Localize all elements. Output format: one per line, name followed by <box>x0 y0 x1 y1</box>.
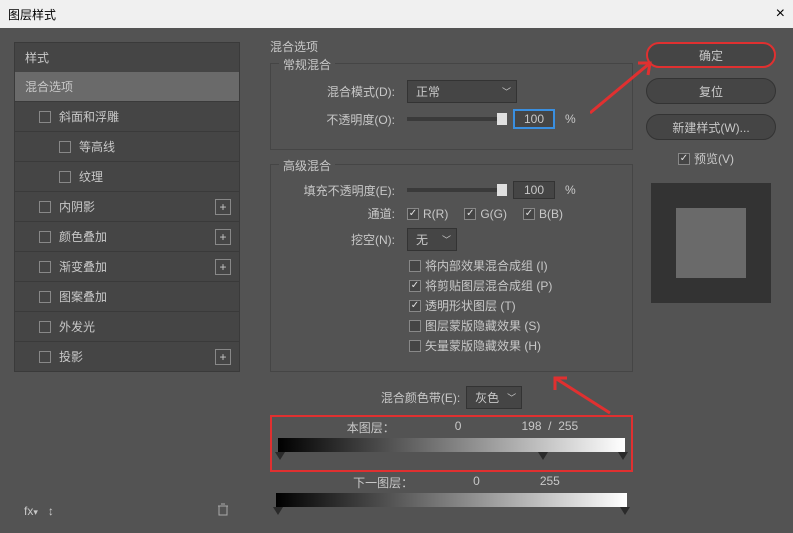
fill-opacity-input[interactable]: 100 <box>513 181 555 199</box>
plus-icon[interactable]: + <box>215 259 231 275</box>
opacity-input[interactable]: 100 <box>513 109 555 129</box>
checkbox-icon[interactable] <box>39 231 51 243</box>
channels-label: 通道: <box>285 205 395 222</box>
sidebar-item-outer-glow[interactable]: 外发光 <box>14 312 240 342</box>
checkbox-icon[interactable] <box>59 141 71 153</box>
checkbox-icon[interactable] <box>59 171 71 183</box>
opt-transparency-shapes[interactable]: 透明形状图层 (T) <box>409 297 516 314</box>
blend-if-select[interactable]: 灰色﹀ <box>466 386 522 409</box>
opt-vector-mask-hides[interactable]: 矢量蒙版隐藏效果 (H) <box>409 337 541 354</box>
fx-menu[interactable]: fx▾ <box>24 504 38 518</box>
knockout-label: 挖空(N): <box>285 231 395 248</box>
knockout-select[interactable]: 无﹀ <box>407 228 457 251</box>
preview-checkbox[interactable]: 预览(V) <box>678 150 734 167</box>
general-blending-group: 常规混合 混合模式(D): 正常﹀ 不透明度(O): 100 % <box>270 63 633 150</box>
arrows-icon[interactable]: ↕ <box>48 504 54 518</box>
advanced-blending-group: 高级混合 填充不透明度(E): 100 % 通道: R(R) G(G) B(B)… <box>270 164 633 372</box>
trash-icon[interactable] <box>216 502 230 519</box>
opt-interior-effects[interactable]: 将内部效果混合成组 (I) <box>409 257 548 274</box>
channel-g-checkbox[interactable]: G(G) <box>464 207 507 221</box>
sidebar-item-pattern-overlay[interactable]: 图案叠加 <box>14 282 240 312</box>
sidebar: 样式 混合选项 斜面和浮雕 等高线 纹理 内阴影 + <box>0 28 240 533</box>
chevron-down-icon: ﹀ <box>507 391 516 404</box>
main-panel: 混合选项 常规混合 混合模式(D): 正常﹀ 不透明度(O): 100 % 高级 <box>240 28 643 533</box>
chevron-down-icon: ﹀ <box>502 85 511 98</box>
opacity-slider[interactable] <box>407 117 507 121</box>
titlebar: 图层样式 × <box>0 0 793 28</box>
channel-r-checkbox[interactable]: R(R) <box>407 207 448 221</box>
blend-mode-label: 混合模式(D): <box>285 83 395 100</box>
checkbox-icon[interactable] <box>39 351 51 363</box>
plus-icon[interactable]: + <box>215 199 231 215</box>
sidebar-item-texture[interactable]: 纹理 <box>14 162 240 192</box>
sidebar-item-drop-shadow[interactable]: 投影 + <box>14 342 240 372</box>
opt-layer-mask-hides[interactable]: 图层蒙版隐藏效果 (S) <box>409 317 540 334</box>
close-icon[interactable]: × <box>776 5 785 23</box>
annotation-highlight-this-layer: 本图层： 0 198 / 255 <box>270 415 633 472</box>
slider-handle-icon[interactable] <box>275 452 285 460</box>
slider-handle-icon[interactable] <box>618 452 628 460</box>
checkbox-icon[interactable] <box>39 291 51 303</box>
sidebar-item-blending-options[interactable]: 混合选项 <box>14 72 240 102</box>
right-column: 确定 复位 新建样式(W)... 预览(V) <box>643 28 793 533</box>
checkbox-icon[interactable] <box>39 111 51 123</box>
sidebar-item-bevel[interactable]: 斜面和浮雕 <box>14 102 240 132</box>
panel-title: 混合选项 <box>270 38 633 55</box>
chevron-down-icon: ﹀ <box>442 233 451 246</box>
channel-b-checkbox[interactable]: B(B) <box>523 207 563 221</box>
checkbox-icon[interactable] <box>39 261 51 273</box>
plus-icon[interactable]: + <box>215 349 231 365</box>
checkbox-icon[interactable] <box>39 321 51 333</box>
opacity-label: 不透明度(O): <box>285 111 395 128</box>
blend-if-group: 混合颜色带(E): 灰色﹀ 本图层： 0 198 / 255 <box>270 386 633 525</box>
slider-handle-icon[interactable] <box>538 452 548 460</box>
fill-opacity-label: 填充不透明度(E): <box>285 182 395 199</box>
reset-button[interactable]: 复位 <box>646 78 776 104</box>
slider-handle-icon[interactable] <box>273 507 283 515</box>
plus-icon[interactable]: + <box>215 229 231 245</box>
opt-clipped-layers[interactable]: 将剪贴图层混合成组 (P) <box>409 277 552 294</box>
sidebar-header: 样式 <box>14 42 240 72</box>
blend-mode-select[interactable]: 正常﹀ <box>407 80 517 103</box>
fill-opacity-slider[interactable] <box>407 188 507 192</box>
new-style-button[interactable]: 新建样式(W)... <box>646 114 776 140</box>
slider-handle-icon[interactable] <box>620 507 630 515</box>
window-title: 图层样式 <box>8 6 56 23</box>
checkbox-icon[interactable] <box>39 201 51 213</box>
preview-swatch <box>651 183 771 303</box>
sidebar-item-color-overlay[interactable]: 颜色叠加 + <box>14 222 240 252</box>
blend-if-label: 混合颜色带(E): <box>381 389 460 406</box>
sidebar-item-inner-shadow[interactable]: 内阴影 + <box>14 192 240 222</box>
underlying-layer-gradient[interactable] <box>276 493 627 507</box>
sidebar-item-gradient-overlay[interactable]: 渐变叠加 + <box>14 252 240 282</box>
this-layer-gradient[interactable] <box>278 438 625 452</box>
ok-button[interactable]: 确定 <box>646 42 776 68</box>
sidebar-item-contour[interactable]: 等高线 <box>14 132 240 162</box>
